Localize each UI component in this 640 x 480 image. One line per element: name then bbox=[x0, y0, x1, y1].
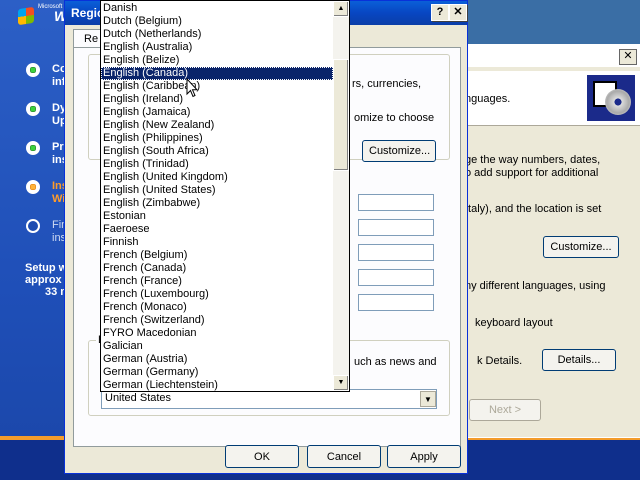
dropdown-option[interactable]: Dutch (Belgium) bbox=[101, 15, 333, 28]
language-location-select[interactable]: United States ▼ bbox=[101, 389, 437, 409]
dropdown-option[interactable]: English (South Africa) bbox=[101, 145, 333, 158]
selected-language: United States bbox=[105, 392, 172, 404]
windows-logo: Microsoft Win bbox=[12, 4, 80, 26]
step-bullet-icon bbox=[26, 102, 40, 116]
mouse-pointer-icon bbox=[186, 78, 198, 98]
panel-text-line: rs, currencies, bbox=[352, 78, 422, 90]
dropdown-option[interactable]: Finnish bbox=[101, 236, 333, 249]
scroll-up-icon[interactable]: ▲ bbox=[333, 1, 349, 17]
dropdown-option[interactable]: Estonian bbox=[101, 210, 333, 223]
step-bullet-icon bbox=[26, 63, 40, 77]
setup-wizard-window: ✕ nguages. ge the way numbers, dates, o … bbox=[464, 44, 640, 438]
wizard-text-line: ge the way numbers, dates, bbox=[465, 154, 601, 166]
cancel-button[interactable]: Cancel bbox=[307, 445, 381, 468]
dropdown-option[interactable]: German (Liechtenstein) bbox=[101, 379, 333, 391]
wizard-title-bar bbox=[465, 45, 640, 67]
dropdown-option[interactable]: French (France) bbox=[101, 275, 333, 288]
ok-button[interactable]: OK bbox=[225, 445, 299, 468]
dropdown-option[interactable]: German (Germany) bbox=[101, 366, 333, 379]
dropdown-option[interactable]: English (Trinidad) bbox=[101, 158, 333, 171]
wizard-text-line: keyboard layout bbox=[475, 317, 553, 329]
wizard-details-button[interactable]: Details... bbox=[542, 349, 616, 371]
wizard-customize-button[interactable]: Customize... bbox=[543, 236, 619, 258]
dropdown-option[interactable]: English (Belize) bbox=[101, 54, 333, 67]
customize-button[interactable]: Customize... bbox=[362, 140, 436, 162]
wizard-close-icon[interactable]: ✕ bbox=[619, 49, 637, 65]
tab-label: Re bbox=[84, 33, 99, 45]
scroll-down-icon[interactable]: ▼ bbox=[333, 375, 349, 391]
step-bullet-icon bbox=[26, 219, 40, 233]
sample-currency-field bbox=[358, 219, 434, 236]
wizard-text-line: o add support for additional bbox=[465, 167, 599, 179]
apply-button[interactable]: Apply bbox=[387, 445, 461, 468]
dropdown-option[interactable]: French (Switzerland) bbox=[101, 314, 333, 327]
wizard-text-line: k Details. bbox=[477, 355, 523, 367]
wizard-text-line: ny different languages, using bbox=[465, 280, 606, 292]
dropdown-option[interactable]: Danish bbox=[101, 2, 333, 15]
dropdown-option[interactable]: English (New Zealand) bbox=[101, 119, 333, 132]
wizard-next-button[interactable]: Next > bbox=[469, 399, 541, 421]
dropdown-option[interactable]: English (Australia) bbox=[101, 41, 333, 54]
dropdown-option[interactable]: English (Philippines) bbox=[101, 132, 333, 145]
dropdown-option[interactable]: German (Austria) bbox=[101, 353, 333, 366]
dropdown-option[interactable]: Dutch (Netherlands) bbox=[101, 28, 333, 41]
dropdown-items: Danish Dutch (Belgium) Dutch (Netherlands)… bbox=[101, 2, 333, 391]
wizard-header-text: nguages. bbox=[465, 93, 511, 105]
sample-long-date-field bbox=[358, 294, 434, 311]
sample-short-date-field bbox=[358, 269, 434, 286]
cd-package-icon bbox=[587, 75, 635, 121]
sample-time-field bbox=[358, 244, 434, 261]
dropdown-option[interactable]: English (Caribbean) bbox=[101, 80, 333, 93]
scroll-thumb[interactable] bbox=[333, 59, 349, 171]
dropdown-option[interactable]: French (Belgium) bbox=[101, 249, 333, 262]
panel-text-line: uch as news and bbox=[354, 356, 437, 368]
dropdown-option[interactable]: English (Jamaica) bbox=[101, 106, 333, 119]
dropdown-option[interactable]: French (Monaco) bbox=[101, 301, 333, 314]
sample-number-field bbox=[358, 194, 434, 211]
language-dropdown-list[interactable]: Danish Dutch (Belgium) Dutch (Netherlands)… bbox=[100, 0, 350, 392]
panel-text-line: omize to choose bbox=[354, 112, 435, 124]
dropdown-option[interactable]: English (United Kingdom) bbox=[101, 171, 333, 184]
step-bullet-icon bbox=[26, 180, 40, 194]
dropdown-scrollbar[interactable]: ▲ ▼ bbox=[333, 1, 349, 391]
chevron-down-icon[interactable]: ▼ bbox=[420, 391, 436, 407]
dropdown-option[interactable]: French (Canada) bbox=[101, 262, 333, 275]
help-icon[interactable]: ? bbox=[431, 4, 449, 21]
dropdown-option[interactable]: French (Luxembourg) bbox=[101, 288, 333, 301]
windows-flag-icon bbox=[18, 6, 34, 26]
dropdown-option[interactable]: English (Canada) bbox=[101, 67, 333, 80]
dropdown-option[interactable]: English (United States) bbox=[101, 184, 333, 197]
dropdown-option[interactable]: FYRO Macedonian bbox=[101, 327, 333, 340]
dropdown-option[interactable]: Faeroese bbox=[101, 223, 333, 236]
dropdown-option[interactable]: English (Zimbabwe) bbox=[101, 197, 333, 210]
wizard-text-line: Italy), and the location is set bbox=[465, 203, 602, 215]
close-icon[interactable]: ✕ bbox=[449, 4, 467, 21]
step-bullet-icon bbox=[26, 141, 40, 155]
dropdown-option[interactable]: Galician bbox=[101, 340, 333, 353]
dropdown-option[interactable]: English (Ireland) bbox=[101, 93, 333, 106]
